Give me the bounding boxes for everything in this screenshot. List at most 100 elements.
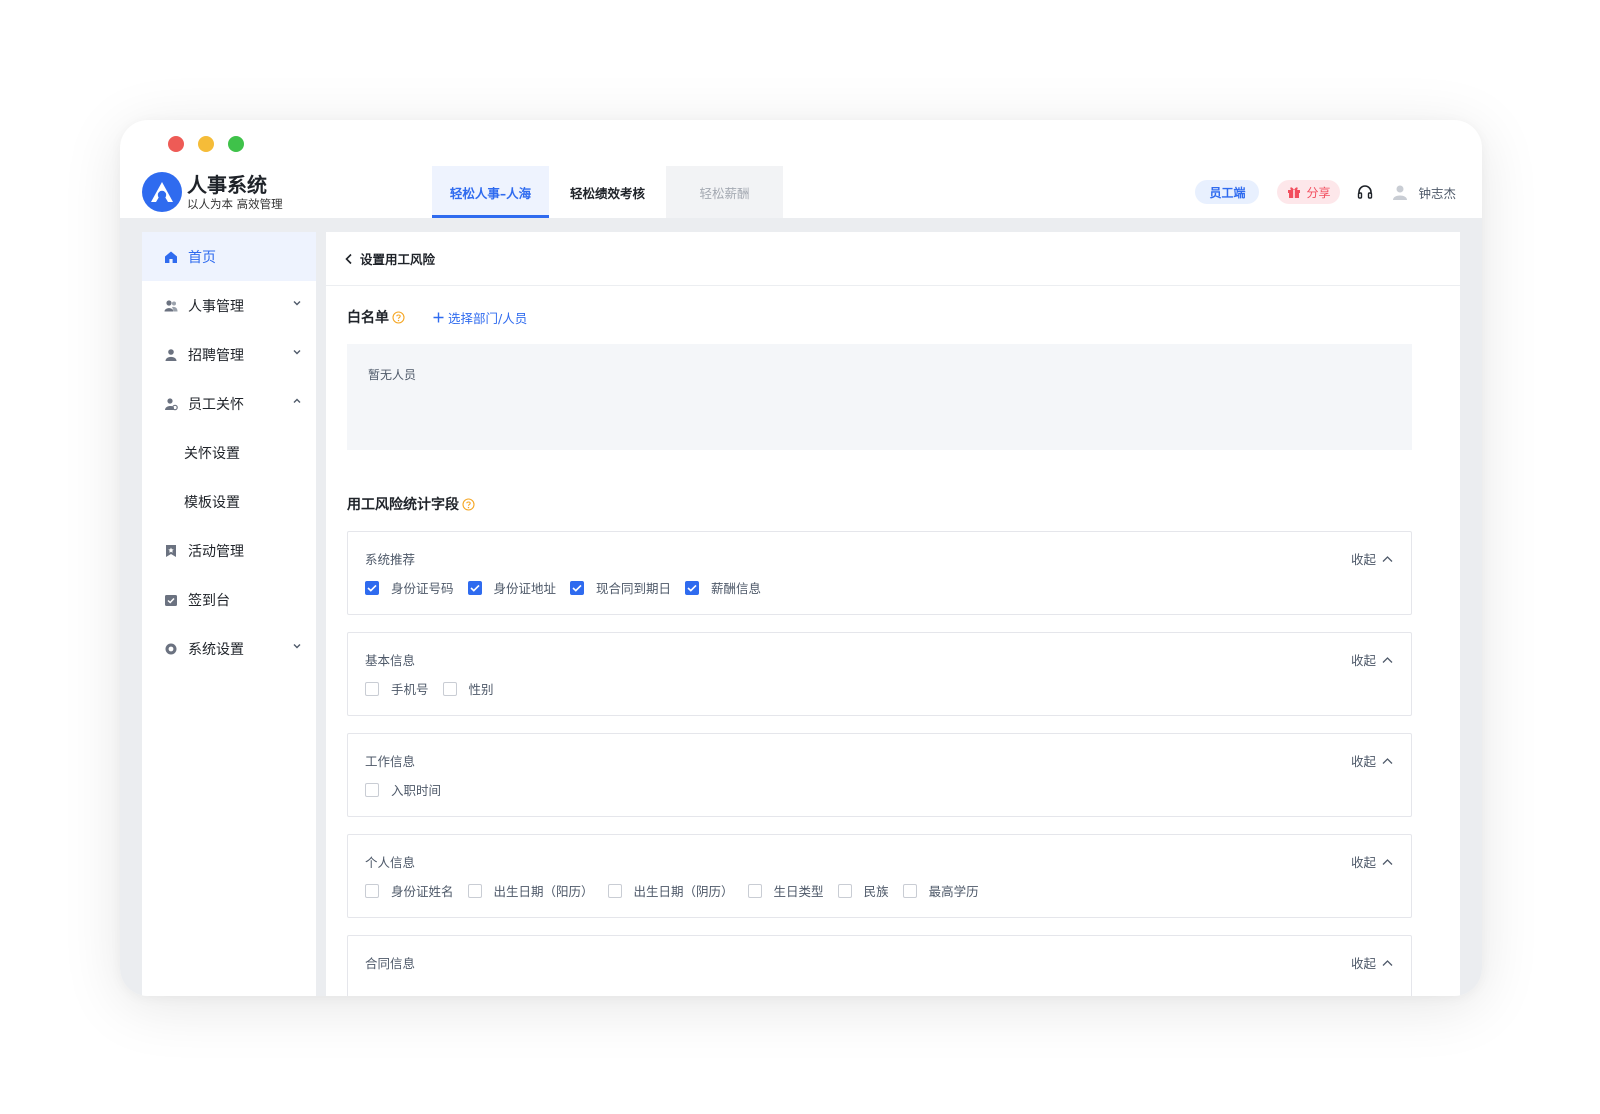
sidebar-item-hr[interactable]: 人事管理 (142, 281, 316, 330)
back-arrow-icon[interactable] (344, 253, 354, 265)
add-link-label: 选择部门/人员 (448, 310, 528, 326)
collapse-toggle[interactable]: 收起 (1351, 953, 1393, 972)
chevron-up-icon (1382, 959, 1393, 966)
sidebar-item-recruit[interactable]: 招聘管理 (142, 330, 316, 379)
select-dept-person-link[interactable]: 选择部门/人员 (433, 308, 527, 327)
tab-performance[interactable]: 轻松绩效考核 (549, 166, 666, 218)
checkbox-label: 出生日期（阴历） (633, 884, 734, 899)
chevron-down-icon (293, 644, 301, 649)
product-tabs: 轻松人事–人海 轻松绩效考核 轻松薪酬 (432, 166, 783, 218)
share-label: 分享 (1306, 185, 1331, 200)
checkbox-box[interactable] (685, 580, 700, 595)
checkmark-icon (687, 584, 697, 592)
checkbox-contract-expiry[interactable]: 现合同到期日 (570, 578, 671, 597)
sidebar-item-label: 关怀设置 (184, 445, 240, 462)
user-avatar-icon[interactable] (1392, 184, 1408, 200)
sidebar-item-label: 招聘管理 (188, 347, 244, 364)
chevron-up-icon (1382, 656, 1393, 663)
checkbox-ethnicity[interactable]: 民族 (837, 881, 889, 900)
top-header: 人事系统 以人为本 高效管理 轻松人事–人海 轻松绩效考核 轻松薪酬 员工端 分… (120, 166, 1482, 218)
app-title: 人事系统 (187, 172, 267, 197)
people-icon (164, 299, 178, 311)
checkbox-birthday-lunar[interactable]: 出生日期（阴历） (607, 881, 734, 900)
checkbox-box[interactable] (467, 580, 482, 595)
group-items: 身份证姓名 出生日期（阳历） 出生日期（阴历） 生日类型 民族 最高学历 (365, 881, 993, 900)
checkbox-box[interactable] (747, 883, 762, 898)
main-content: 设置用工风险 白名单 选择部门/人员 暂无人员 用工风险统计字段 系统推荐 收起… (326, 232, 1460, 996)
headset-icon[interactable] (1356, 183, 1374, 201)
sidebar-item-system-settings[interactable]: 系统设置 (142, 624, 316, 673)
checkbox-birthday-type[interactable]: 生日类型 (747, 881, 824, 900)
checkbox-id-name[interactable]: 身份证姓名 (365, 881, 454, 900)
maximize-window-button[interactable] (228, 136, 244, 152)
sidebar-item-care[interactable]: 员工关怀 (142, 379, 316, 428)
checkbox-education[interactable]: 最高学历 (902, 881, 979, 900)
checkbox-box[interactable] (902, 883, 917, 898)
checkbox-box[interactable] (365, 883, 379, 898)
app-window: 人事系统 以人为本 高效管理 轻松人事–人海 轻松绩效考核 轻松薪酬 员工端 分… (120, 120, 1482, 996)
sidebar-item-template-settings[interactable]: 模板设置 (142, 477, 316, 526)
group-title: 基本信息 (365, 653, 416, 668)
collapse-toggle[interactable]: 收起 (1351, 751, 1393, 770)
checkbox-box[interactable] (365, 681, 379, 696)
checkbox-label: 生日类型 (773, 884, 824, 899)
checkbox-id-address[interactable]: 身份证地址 (467, 578, 556, 597)
collapse-toggle[interactable]: 收起 (1351, 650, 1393, 669)
checkbox-hire-date[interactable]: 入职时间 (365, 780, 441, 799)
header-actions: 员工端 分享 钟志杰 (1195, 178, 1456, 206)
checkbox-salary-info[interactable]: 薪酬信息 (685, 578, 761, 597)
sidebar-item-label: 签到台 (188, 592, 230, 609)
group-items: 手机号 性别 (365, 679, 508, 698)
sidebar-item-activity[interactable]: 活动管理 (142, 526, 316, 575)
logo[interactable]: 人事系统 以人为本 高效管理 (142, 172, 283, 212)
checkbox-label: 薪酬信息 (711, 581, 762, 596)
checkbox-box[interactable] (570, 580, 585, 595)
collapse-label: 收起 (1350, 552, 1376, 567)
chevron-down-icon (293, 350, 301, 355)
window-controls (168, 136, 244, 152)
checkbox-box[interactable] (442, 681, 457, 696)
employee-portal-button[interactable]: 员工端 (1195, 180, 1260, 204)
checkbox-box[interactable] (837, 883, 852, 898)
sidebar-item-label: 人事管理 (188, 298, 244, 315)
breadcrumb[interactable]: 设置用工风险 (326, 232, 1460, 286)
checkmark-icon (572, 584, 582, 592)
checkbox-box[interactable] (365, 782, 379, 797)
app-subtitle: 以人为本 高效管理 (187, 196, 283, 211)
checkbox-label: 现合同到期日 (596, 581, 672, 596)
sidebar-item-care-settings[interactable]: 关怀设置 (142, 428, 316, 477)
whitelist-box: 暂无人员 (347, 344, 1412, 450)
breadcrumb-title: 设置用工风险 (360, 252, 436, 267)
collapse-label: 收起 (1350, 956, 1376, 971)
sidebar-item-home[interactable]: 首页 (142, 232, 316, 281)
checkbox-box[interactable] (607, 883, 622, 898)
checkbox-birthday-solar[interactable]: 出生日期（阳历） (467, 881, 594, 900)
group-title: 工作信息 (365, 754, 416, 769)
checkbox-id-number[interactable]: 身份证号码 (365, 578, 454, 597)
tab-salary[interactable]: 轻松薪酬 (666, 166, 783, 218)
sidebar-item-checkin[interactable]: 签到台 (142, 575, 316, 624)
whitelist-title: 白名单 (347, 310, 389, 326)
help-icon[interactable] (392, 310, 405, 324)
checkbox-label: 入职时间 (391, 783, 442, 798)
close-window-button[interactable] (168, 136, 184, 152)
collapse-label: 收起 (1350, 653, 1376, 668)
help-icon[interactable] (462, 497, 475, 511)
collapse-toggle[interactable]: 收起 (1351, 852, 1393, 871)
chevron-up-icon (293, 398, 301, 403)
share-button[interactable]: 分享 (1277, 180, 1341, 204)
field-group-work: 工作信息 收起 入职时间 (347, 733, 1412, 817)
sidebar-item-label: 活动管理 (188, 543, 244, 560)
checkbox-box[interactable] (467, 883, 482, 898)
checkbox-gender[interactable]: 性别 (442, 679, 494, 698)
user-name[interactable]: 钟志杰 (1418, 183, 1456, 202)
tab-renhai[interactable]: 轻松人事–人海 (432, 166, 549, 218)
sidebar-item-label: 模板设置 (184, 494, 240, 511)
checkbox-phone[interactable]: 手机号 (365, 679, 429, 698)
checkbox-box[interactable] (365, 580, 379, 595)
sidebar-item-label: 首页 (188, 249, 216, 266)
chevron-up-icon (1382, 555, 1393, 562)
whitelist-empty-text: 暂无人员 (368, 368, 417, 382)
minimize-window-button[interactable] (198, 136, 214, 152)
collapse-toggle[interactable]: 收起 (1351, 549, 1393, 568)
